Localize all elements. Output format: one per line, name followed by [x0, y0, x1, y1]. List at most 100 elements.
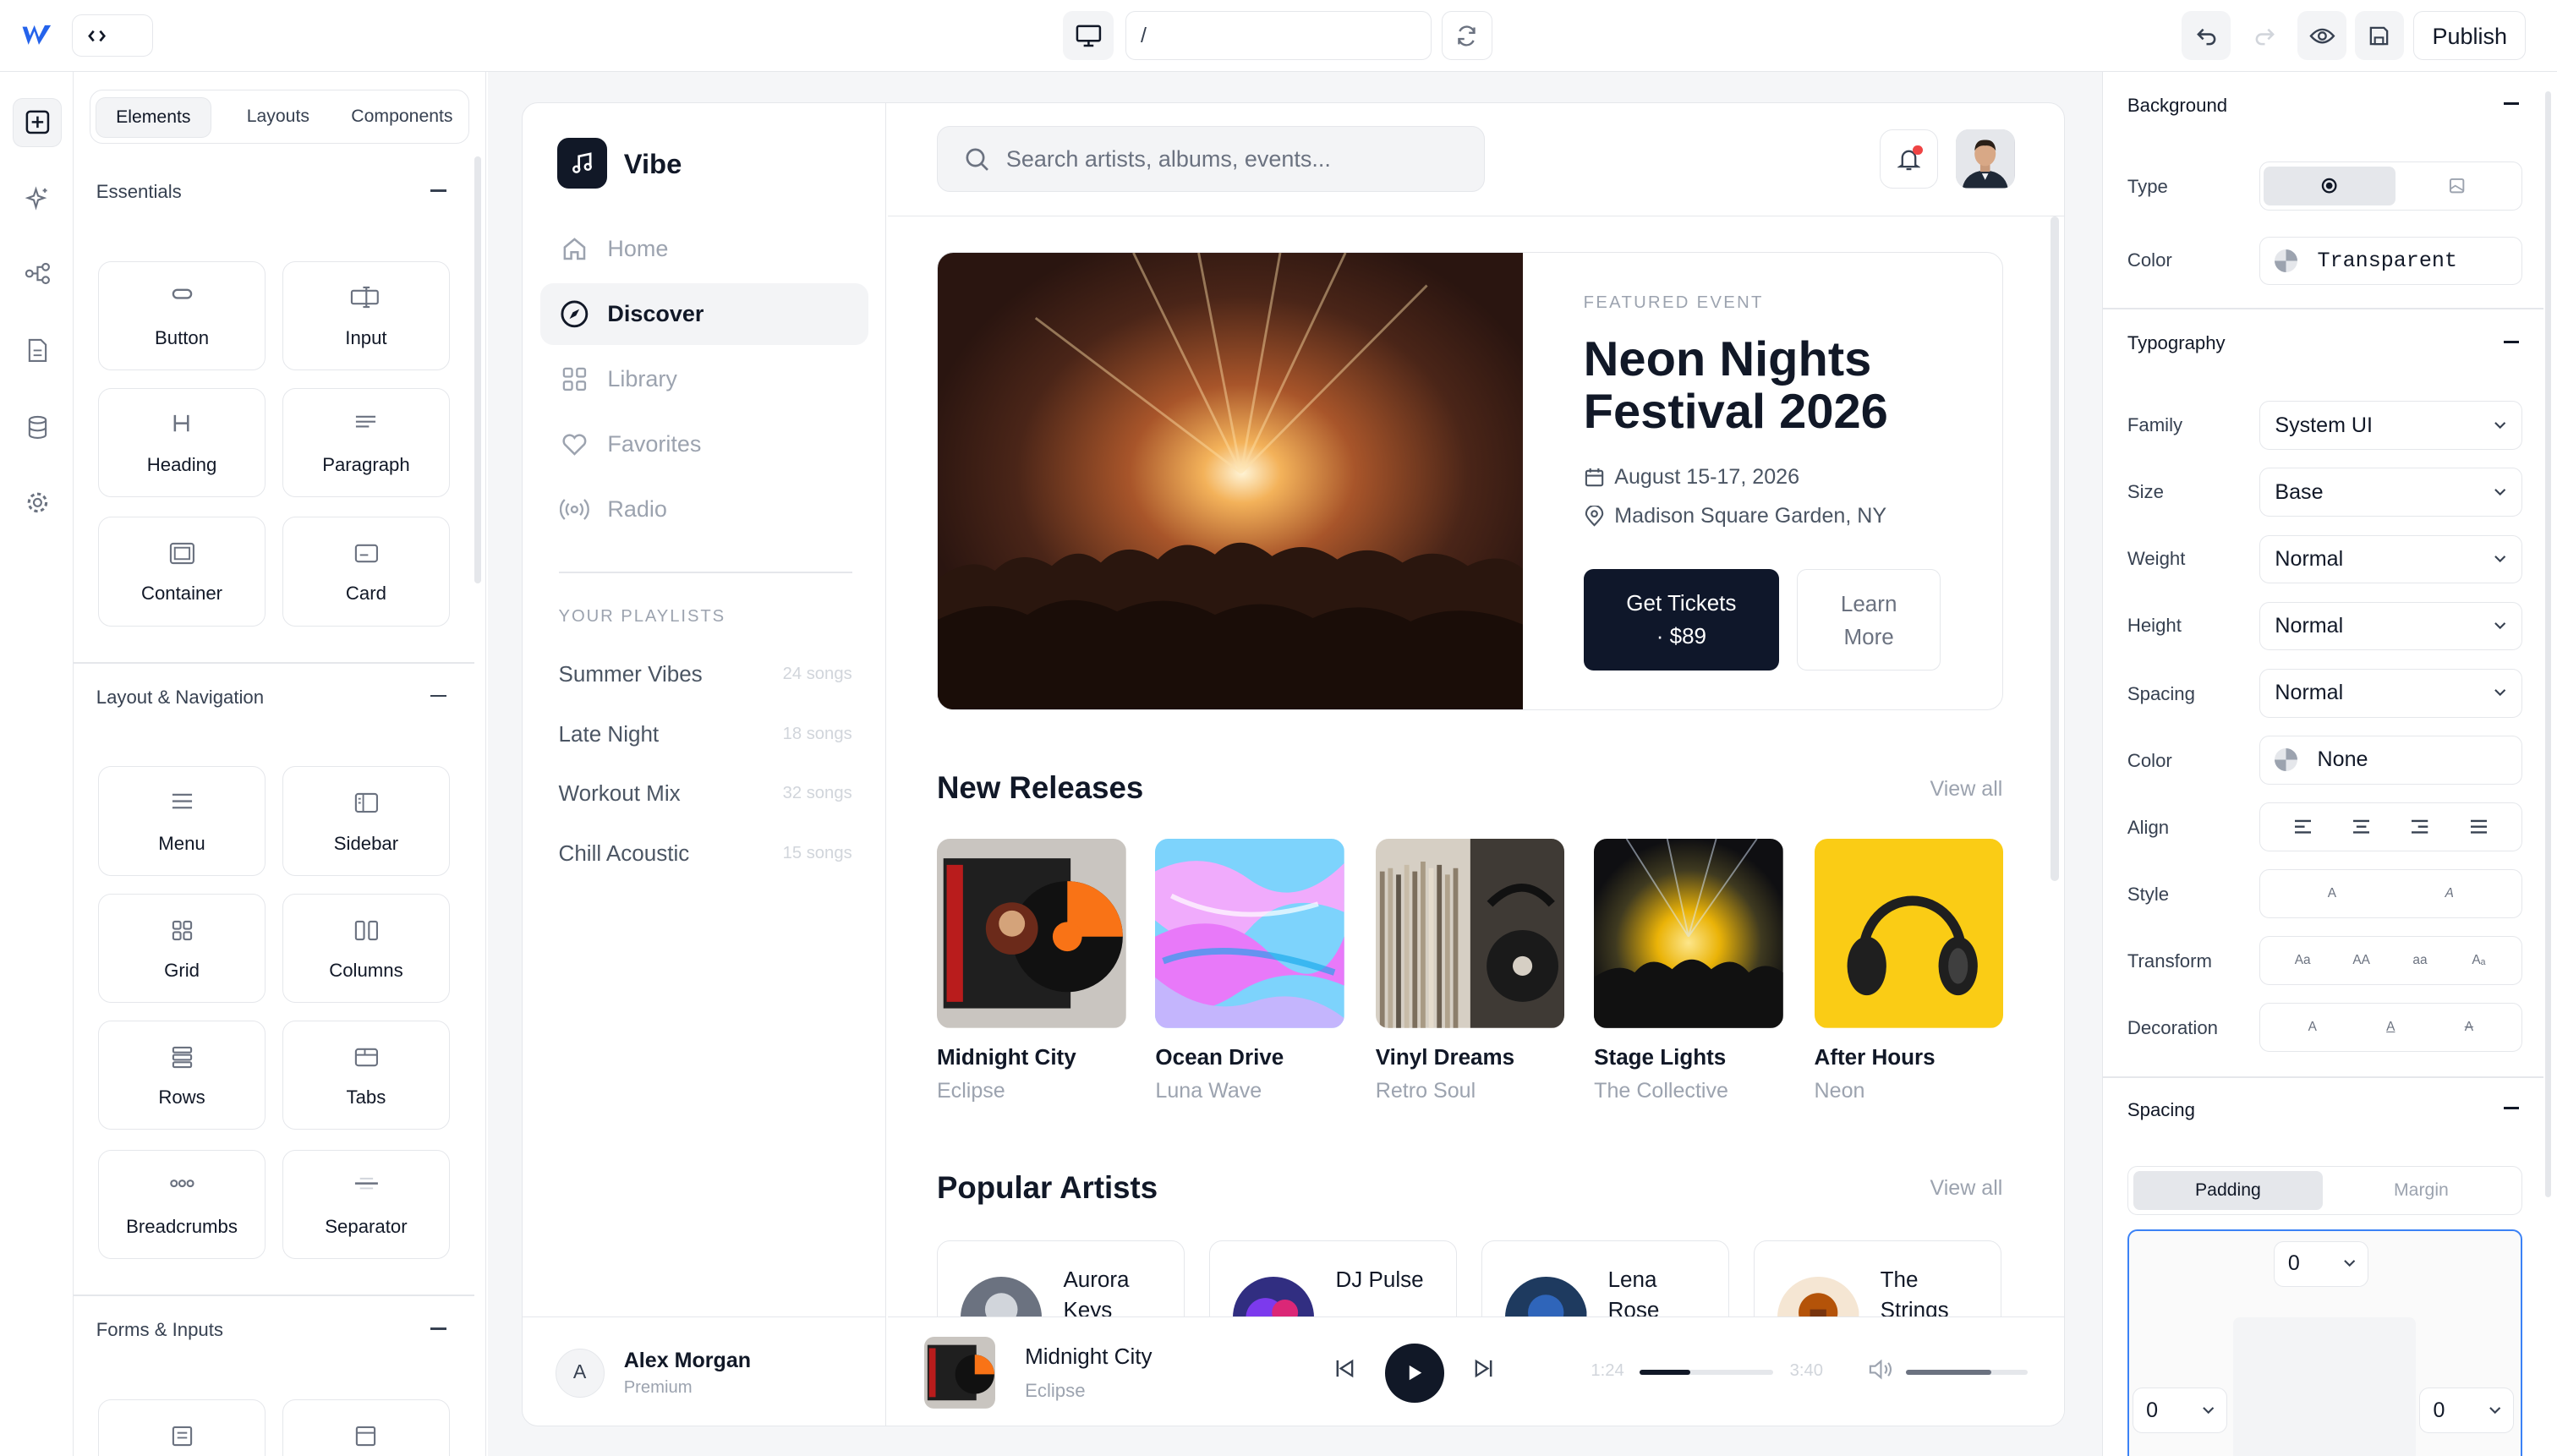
rail-data[interactable]: [13, 402, 62, 452]
transform-uppercase-option[interactable]: AA: [2341, 953, 2380, 968]
element-tile-button[interactable]: Button: [97, 260, 266, 370]
element-tile-paragraph[interactable]: Paragraph: [282, 387, 451, 498]
font-size-select[interactable]: Base: [2259, 468, 2522, 517]
background-color-picker[interactable]: Transparent: [2259, 236, 2522, 286]
undo-button[interactable]: [2182, 11, 2231, 61]
playlist-item[interactable]: Chill Acoustic 15 songs: [559, 840, 852, 873]
element-tile-grid[interactable]: Grid: [97, 893, 266, 1004]
collapse-spacing-icon[interactable]: [2504, 1107, 2519, 1110]
rail-ai[interactable]: [13, 174, 62, 223]
nav-item-discover[interactable]: Discover: [540, 282, 868, 345]
element-tile-separator[interactable]: Separator: [282, 1149, 451, 1259]
rail-add-elements[interactable]: [13, 97, 63, 147]
text-decoration-group[interactable]: A A A: [2259, 1003, 2522, 1052]
padding-right-select[interactable]: 0: [2419, 1388, 2514, 1434]
font-weight-select[interactable]: Normal: [2259, 534, 2522, 584]
profile-avatar[interactable]: [1956, 129, 2015, 189]
preview-button[interactable]: [2297, 11, 2347, 61]
element-tile-breadcrumbs[interactable]: Breadcrumbs: [97, 1149, 266, 1259]
learn-more-button[interactable]: Learn More: [1797, 569, 1941, 671]
align-left-icon[interactable]: [2294, 819, 2311, 834]
panel-scrollbar[interactable]: [474, 156, 481, 584]
type-image-option[interactable]: [2395, 167, 2518, 205]
next-track-icon[interactable]: [1472, 1357, 1495, 1380]
tab-elements[interactable]: Elements: [95, 96, 211, 138]
volume-icon[interactable]: [1868, 1360, 1894, 1380]
text-align-group[interactable]: [2259, 802, 2522, 851]
align-justify-icon[interactable]: [2470, 819, 2488, 834]
collapse-typography-icon[interactable]: [2504, 341, 2519, 343]
rail-settings[interactable]: [13, 478, 62, 527]
style-italic-option[interactable]: A: [2430, 886, 2469, 901]
new-releases-view-all[interactable]: View all: [1930, 777, 2002, 802]
nav-item-home[interactable]: Home: [540, 217, 868, 279]
collapse-forms-icon[interactable]: [430, 1327, 447, 1330]
letter-spacing-select[interactable]: Normal: [2259, 668, 2522, 718]
padding-top-select[interactable]: 0: [2274, 1240, 2369, 1287]
playlist-item[interactable]: Workout Mix 32 songs: [559, 780, 852, 813]
collapse-background-icon[interactable]: [2504, 102, 2519, 106]
playlist-item[interactable]: Summer Vibes 24 songs: [559, 661, 852, 694]
search-bar[interactable]: [936, 126, 1485, 192]
progress-bar[interactable]: [1640, 1370, 1774, 1375]
transform-none-option[interactable]: Aa: [2283, 953, 2322, 968]
tab-components[interactable]: Components: [338, 97, 465, 138]
album-card[interactable]: Ocean Drive Luna Wave: [1155, 839, 1345, 1103]
element-tile-card[interactable]: Card: [282, 517, 451, 627]
decoration-underline-option[interactable]: A: [2371, 1020, 2410, 1035]
main-scrollbar[interactable]: [2051, 216, 2059, 882]
tab-padding[interactable]: Padding: [2133, 1170, 2323, 1210]
album-card[interactable]: Vinyl Dreams Retro Soul: [1375, 839, 1565, 1103]
element-tile-rows[interactable]: Rows: [97, 1021, 266, 1130]
decoration-strike-option[interactable]: A: [2450, 1020, 2489, 1035]
element-tile-input[interactable]: Input: [282, 260, 451, 370]
nav-item-library[interactable]: Library: [540, 348, 868, 410]
element-tile-sidebar[interactable]: Sidebar: [282, 766, 451, 876]
transform-lowercase-option[interactable]: aa: [2401, 953, 2439, 968]
get-tickets-button[interactable]: Get Tickets · $89: [1583, 569, 1780, 671]
element-tile-menu[interactable]: Menu: [97, 766, 266, 876]
collapse-essentials-icon[interactable]: [430, 189, 447, 192]
text-transform-group[interactable]: Aa AA aa Aₐ: [2259, 935, 2522, 985]
desktop-view-button[interactable]: [1063, 11, 1114, 61]
rail-pages[interactable]: [13, 326, 62, 375]
style-normal-option[interactable]: A: [2313, 886, 2352, 901]
transform-capitalize-option[interactable]: Aₐ: [2459, 953, 2498, 968]
line-height-select[interactable]: Normal: [2259, 601, 2522, 651]
album-card[interactable]: Stage Lights The Collective: [1594, 839, 1783, 1103]
font-family-select[interactable]: System UI: [2259, 401, 2522, 451]
previous-track-icon[interactable]: [1333, 1357, 1356, 1380]
nav-item-radio[interactable]: Radio: [540, 479, 868, 540]
playlist-item[interactable]: Late Night 18 songs: [559, 721, 852, 754]
play-button[interactable]: [1385, 1344, 1444, 1403]
nav-item-favorites[interactable]: Favorites: [540, 413, 868, 475]
tab-margin[interactable]: Margin: [2327, 1171, 2516, 1210]
publish-button[interactable]: Publish: [2413, 11, 2527, 61]
align-center-icon[interactable]: [2352, 819, 2370, 834]
redo-button[interactable]: [2240, 11, 2290, 61]
code-view-button[interactable]: [71, 14, 154, 57]
decoration-none-option[interactable]: A: [2293, 1020, 2332, 1035]
padding-left-select[interactable]: 0: [2132, 1388, 2227, 1434]
align-right-icon[interactable]: [2412, 819, 2428, 834]
album-card[interactable]: Midnight City Eclipse: [936, 839, 1126, 1103]
volume-slider[interactable]: [1905, 1370, 2029, 1375]
properties-scrollbar[interactable]: [2544, 90, 2552, 1197]
element-tile-container[interactable]: Container: [97, 517, 266, 627]
rail-navigator[interactable]: [13, 249, 62, 298]
album-card[interactable]: After Hours Neon: [1814, 839, 2004, 1103]
background-type-toggle[interactable]: [2259, 161, 2522, 211]
refresh-button[interactable]: [1441, 11, 1492, 61]
notifications-button[interactable]: [1879, 129, 1939, 189]
url-path-input[interactable]: /: [1125, 11, 1432, 61]
element-tile-heading[interactable]: Heading: [97, 387, 266, 498]
font-style-group[interactable]: A A: [2259, 868, 2522, 918]
text-color-picker[interactable]: None: [2259, 735, 2522, 785]
collapse-layout-icon[interactable]: [430, 694, 447, 698]
search-input[interactable]: [1005, 145, 1447, 172]
element-tile-form[interactable]: [97, 1399, 266, 1456]
element-tile-textarea[interactable]: [282, 1399, 451, 1456]
save-button[interactable]: [2354, 11, 2404, 61]
popular-artists-view-all[interactable]: View all: [1930, 1176, 2002, 1201]
user-profile-bar[interactable]: A Alex Morgan Premium: [523, 1316, 887, 1426]
